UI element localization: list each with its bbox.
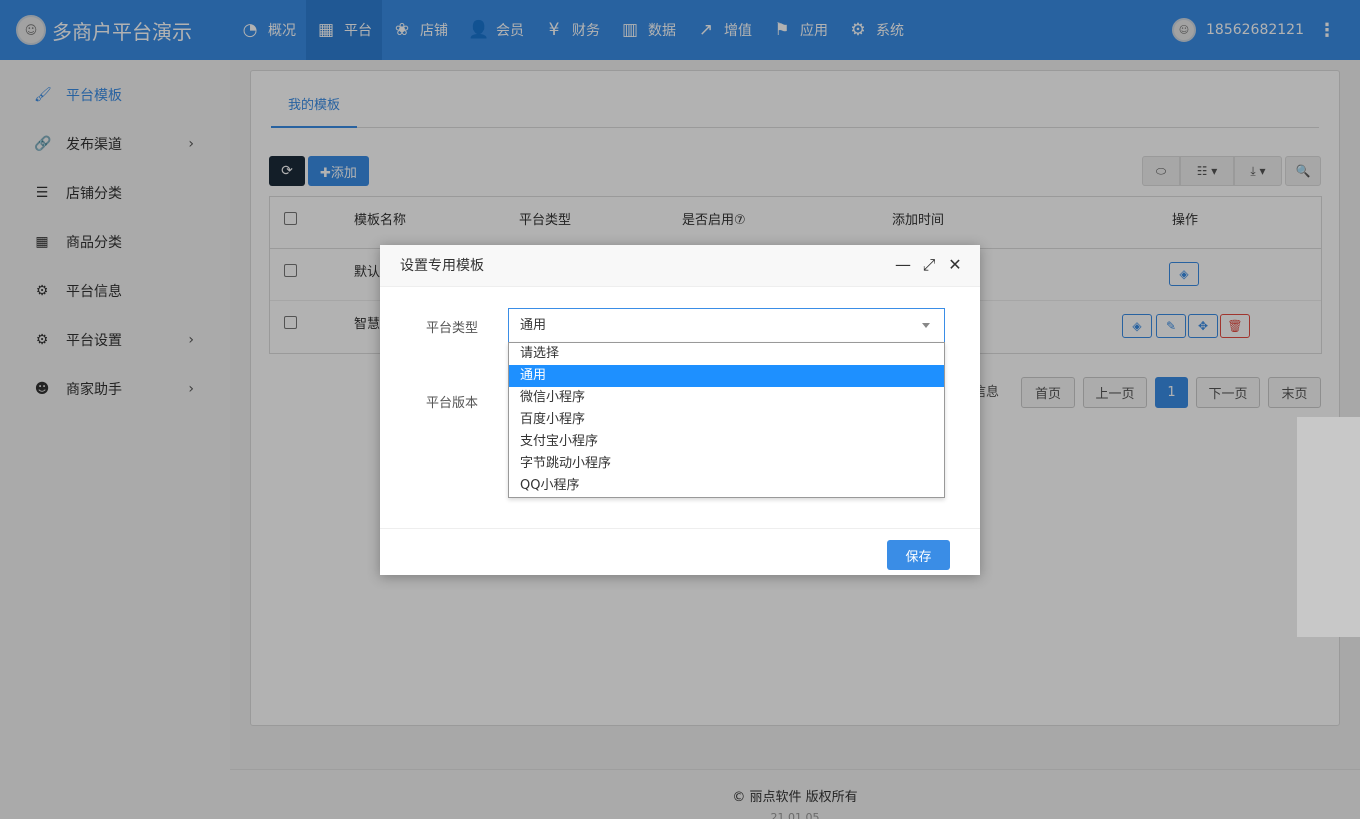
- platform-type-select[interactable]: 通用: [508, 308, 945, 344]
- side-panel-tab: [1297, 417, 1360, 637]
- option-general[interactable]: 通用: [509, 365, 944, 387]
- platform-type-label: 平台类型: [426, 321, 479, 336]
- save-button[interactable]: 保存: [887, 540, 950, 570]
- dialog-footer: 保存: [380, 528, 980, 575]
- platform-type-dropdown: 请选择 通用 微信小程序 百度小程序 支付宝小程序 字节跳动小程序 QQ小程序: [508, 342, 945, 498]
- option-alipay-miniprogram[interactable]: 支付宝小程序: [509, 431, 944, 453]
- platform-type-value: 通用: [520, 318, 547, 333]
- set-template-dialog: 设置专用模板 — ⤢ ✕ 平台类型 通用 平台版本 请选择 通用 微信小程序 百…: [380, 245, 980, 575]
- maximize-icon[interactable]: ⤢: [920, 256, 938, 274]
- option-please-select[interactable]: 请选择: [509, 343, 944, 365]
- minimize-icon[interactable]: —: [894, 256, 912, 274]
- option-qq-miniprogram[interactable]: QQ小程序: [509, 475, 944, 497]
- close-icon[interactable]: ✕: [946, 256, 964, 274]
- option-wechat-miniprogram[interactable]: 微信小程序: [509, 387, 944, 409]
- caret-down-icon: [922, 323, 930, 328]
- dialog-header: 设置专用模板 — ⤢ ✕: [380, 245, 980, 287]
- option-baidu-miniprogram[interactable]: 百度小程序: [509, 409, 944, 431]
- option-bytedance-miniprogram[interactable]: 字节跳动小程序: [509, 453, 944, 475]
- dialog-title: 设置专用模板: [400, 258, 484, 274]
- platform-version-label: 平台版本: [426, 396, 479, 411]
